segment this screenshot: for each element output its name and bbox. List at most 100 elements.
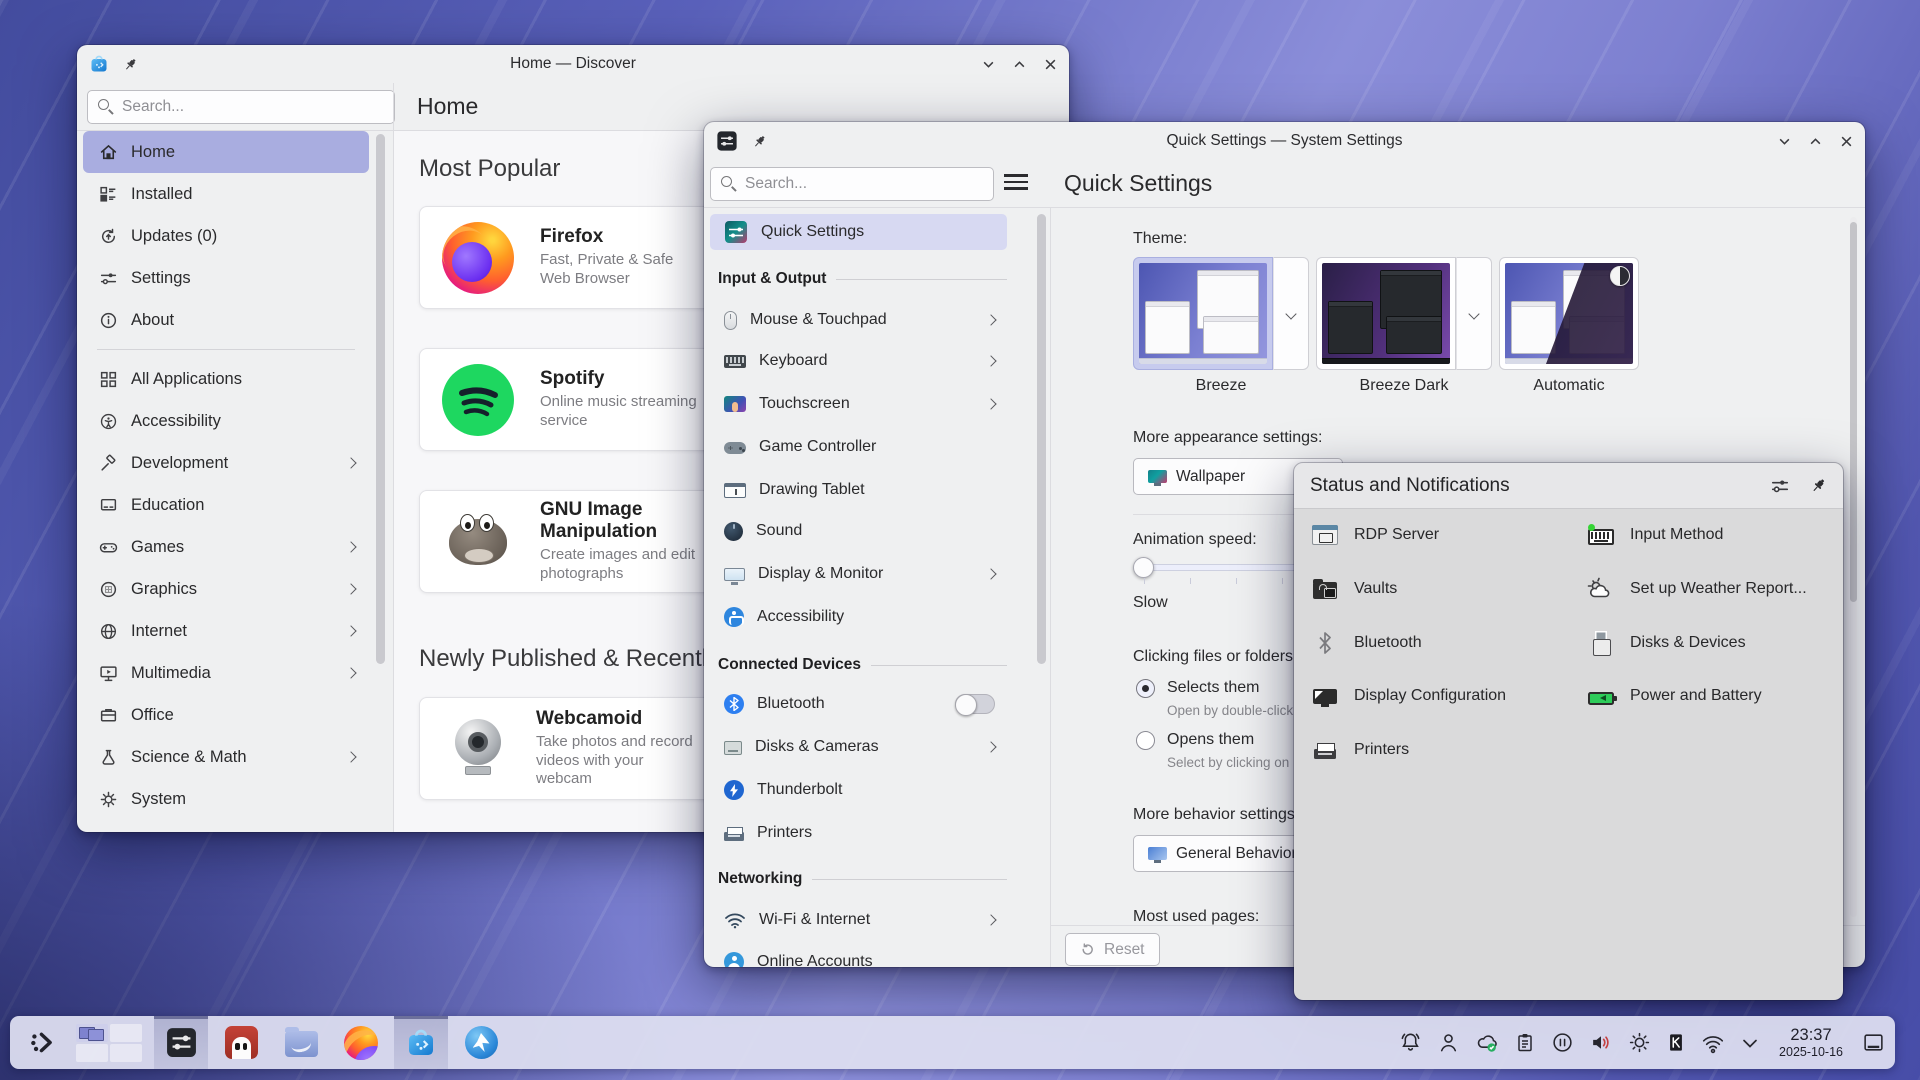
sidebar-item-label: System (131, 790, 186, 809)
pager-desktop-3[interactable] (76, 1044, 108, 1062)
virtual-desktop-pager[interactable] (76, 1024, 142, 1062)
sidebar-item-quick-settings[interactable]: Quick Settings (710, 214, 1007, 250)
user-switcher-icon[interactable] (1437, 1031, 1460, 1054)
task-system-settings[interactable] (154, 1016, 208, 1069)
sidebar-item-game-controller[interactable]: Game Controller (710, 427, 1007, 467)
task-konqueror[interactable] (454, 1016, 508, 1069)
sidebar-scrollbar[interactable] (376, 134, 385, 664)
radio-opens-them[interactable] (1136, 731, 1155, 750)
radio-selects-them[interactable] (1136, 679, 1155, 698)
sidebar-item-display-monitor[interactable]: Display & Monitor (710, 554, 1007, 594)
minimize-button[interactable] (1778, 135, 1791, 148)
bluetooth-toggle[interactable] (955, 694, 995, 714)
sidebar-item-updates[interactable]: Updates (0) (83, 215, 369, 257)
sidebar-item-mouse-touchpad[interactable]: Mouse & Touchpad (710, 300, 1007, 340)
sidebar-item-home[interactable]: Home (83, 131, 369, 173)
sidebar-item-education[interactable]: Education (83, 484, 369, 526)
sidebar-item-sound[interactable]: Sound (710, 511, 1007, 551)
sidebar-item-internet[interactable]: Internet (83, 610, 369, 652)
settings-search-input[interactable] (710, 167, 994, 201)
pin-icon[interactable] (752, 134, 767, 149)
radio-label[interactable]: Opens them (1167, 731, 1254, 749)
sidebar-item-thunderbolt[interactable]: Thunderbolt (710, 770, 1007, 810)
volume-icon[interactable] (1589, 1031, 1613, 1054)
pager-desktop-4[interactable] (110, 1044, 142, 1062)
sidebar-item-keyboard[interactable]: Keyboard (710, 341, 1007, 381)
maximize-button[interactable] (1809, 135, 1822, 148)
brightness-icon[interactable] (1628, 1031, 1651, 1054)
graphics-icon (99, 580, 118, 599)
theme-card-breeze[interactable] (1133, 257, 1309, 370)
tray-item-bluetooth[interactable]: Bluetooth (1310, 625, 1422, 661)
task-discover[interactable] (394, 1016, 448, 1069)
sidebar-item-office[interactable]: Office (83, 694, 369, 736)
pin-icon[interactable] (123, 57, 138, 72)
chevron-right-icon (345, 667, 356, 678)
clipboard-icon[interactable] (1514, 1031, 1536, 1054)
sidebar-item-wifi-internet[interactable]: Wi-Fi & Internet (710, 900, 1007, 940)
sidebar-item-all-applications[interactable]: All Applications (83, 358, 369, 400)
pin-icon[interactable] (1810, 477, 1827, 494)
media-pause-icon[interactable] (1551, 1031, 1574, 1054)
chevron-down-icon (1285, 308, 1296, 319)
close-button[interactable] (1840, 135, 1853, 148)
sidebar-item-science-math[interactable]: Science & Math (83, 736, 369, 778)
task-dolphin[interactable] (274, 1016, 328, 1069)
configure-icon[interactable] (1770, 476, 1790, 496)
chevron-right-icon (985, 914, 996, 925)
kwallet-icon[interactable] (1666, 1031, 1686, 1054)
tray-item-display-configuration[interactable]: Display Configuration (1310, 678, 1506, 714)
sidebar-item-installed[interactable]: Installed (83, 173, 369, 215)
tray-item-power-battery[interactable]: Power and Battery (1586, 678, 1762, 714)
sidebar-item-graphics[interactable]: Graphics (83, 568, 369, 610)
breeze-variant-dropdown[interactable] (1273, 257, 1309, 370)
tray-item-vaults[interactable]: Vaults (1310, 571, 1397, 607)
sidebar-item-bluetooth[interactable]: Bluetooth (710, 684, 1007, 724)
sidebar-item-online-accounts[interactable]: Online Accounts (710, 942, 1007, 967)
sidebar-item-development[interactable]: Development (83, 442, 369, 484)
task-ghostwriter[interactable] (214, 1016, 268, 1069)
app-launcher-button[interactable] (20, 1016, 64, 1069)
hamburger-menu-icon[interactable] (1004, 174, 1028, 190)
sidebar-item-multimedia[interactable]: Multimedia (83, 652, 369, 694)
sidebar-item-settings[interactable]: Settings (83, 257, 369, 299)
tray-item-weather[interactable]: Set up Weather Report... (1586, 571, 1807, 607)
breeze-dark-variant-dropdown[interactable] (1456, 257, 1492, 370)
sidebar-item-accessibility[interactable]: Accessibility (710, 597, 1007, 637)
notifications-bell-icon[interactable] (1399, 1031, 1422, 1054)
sidebar-item-games[interactable]: Games (83, 526, 369, 568)
wifi-icon[interactable] (1701, 1032, 1725, 1054)
radio-label[interactable]: Selects them (1167, 679, 1259, 697)
tray-expand-chevron-icon[interactable] (1740, 1033, 1760, 1053)
sidebar-item-disks-cameras[interactable]: Disks & Cameras (710, 727, 1007, 767)
pager-desktop-2[interactable] (110, 1024, 142, 1042)
discover-search-input[interactable] (87, 90, 395, 124)
sidebar-item-drawing-tablet[interactable]: Drawing Tablet (710, 470, 1007, 510)
settings-titlebar[interactable]: Quick Settings — System Settings (704, 122, 1865, 160)
task-firefox[interactable] (334, 1016, 388, 1069)
sidebar-item-system[interactable]: System (83, 778, 369, 820)
tray-item-printers[interactable]: Printers (1310, 732, 1409, 768)
settings-sidebar-scrollbar[interactable] (1037, 214, 1046, 664)
theme-card-breeze-dark[interactable] (1316, 257, 1492, 370)
slider-handle[interactable] (1133, 557, 1154, 578)
sidebar-item-printers[interactable]: Printers (710, 813, 1007, 853)
sidebar-item-accessibility[interactable]: Accessibility (83, 400, 369, 442)
pager-desktop-1[interactable] (76, 1024, 108, 1042)
show-desktop-button[interactable] (1862, 1031, 1885, 1054)
radio-sublabel: Open by double-clicking (1167, 703, 1311, 718)
sidebar-item-touchscreen[interactable]: Touchscreen (710, 384, 1007, 424)
reset-button[interactable]: Reset (1065, 933, 1160, 966)
theme-card-automatic[interactable] (1499, 257, 1639, 370)
tray-item-input-method[interactable]: Input Method (1586, 517, 1723, 553)
sidebar-item-about[interactable]: About (83, 299, 369, 341)
close-button[interactable] (1044, 58, 1057, 71)
tray-item-disks-devices[interactable]: Disks & Devices (1586, 625, 1746, 661)
clock-widget[interactable]: 23:37 2025-10-16 (1779, 1026, 1843, 1058)
discover-titlebar[interactable]: Home — Discover (77, 45, 1069, 83)
maximize-button[interactable] (1013, 58, 1026, 71)
cloud-sync-icon[interactable] (1475, 1031, 1499, 1054)
tray-item-rdp-server[interactable]: RDP Server (1310, 517, 1439, 553)
content-scrollbar-thumb[interactable] (1850, 222, 1857, 602)
minimize-button[interactable] (982, 58, 995, 71)
